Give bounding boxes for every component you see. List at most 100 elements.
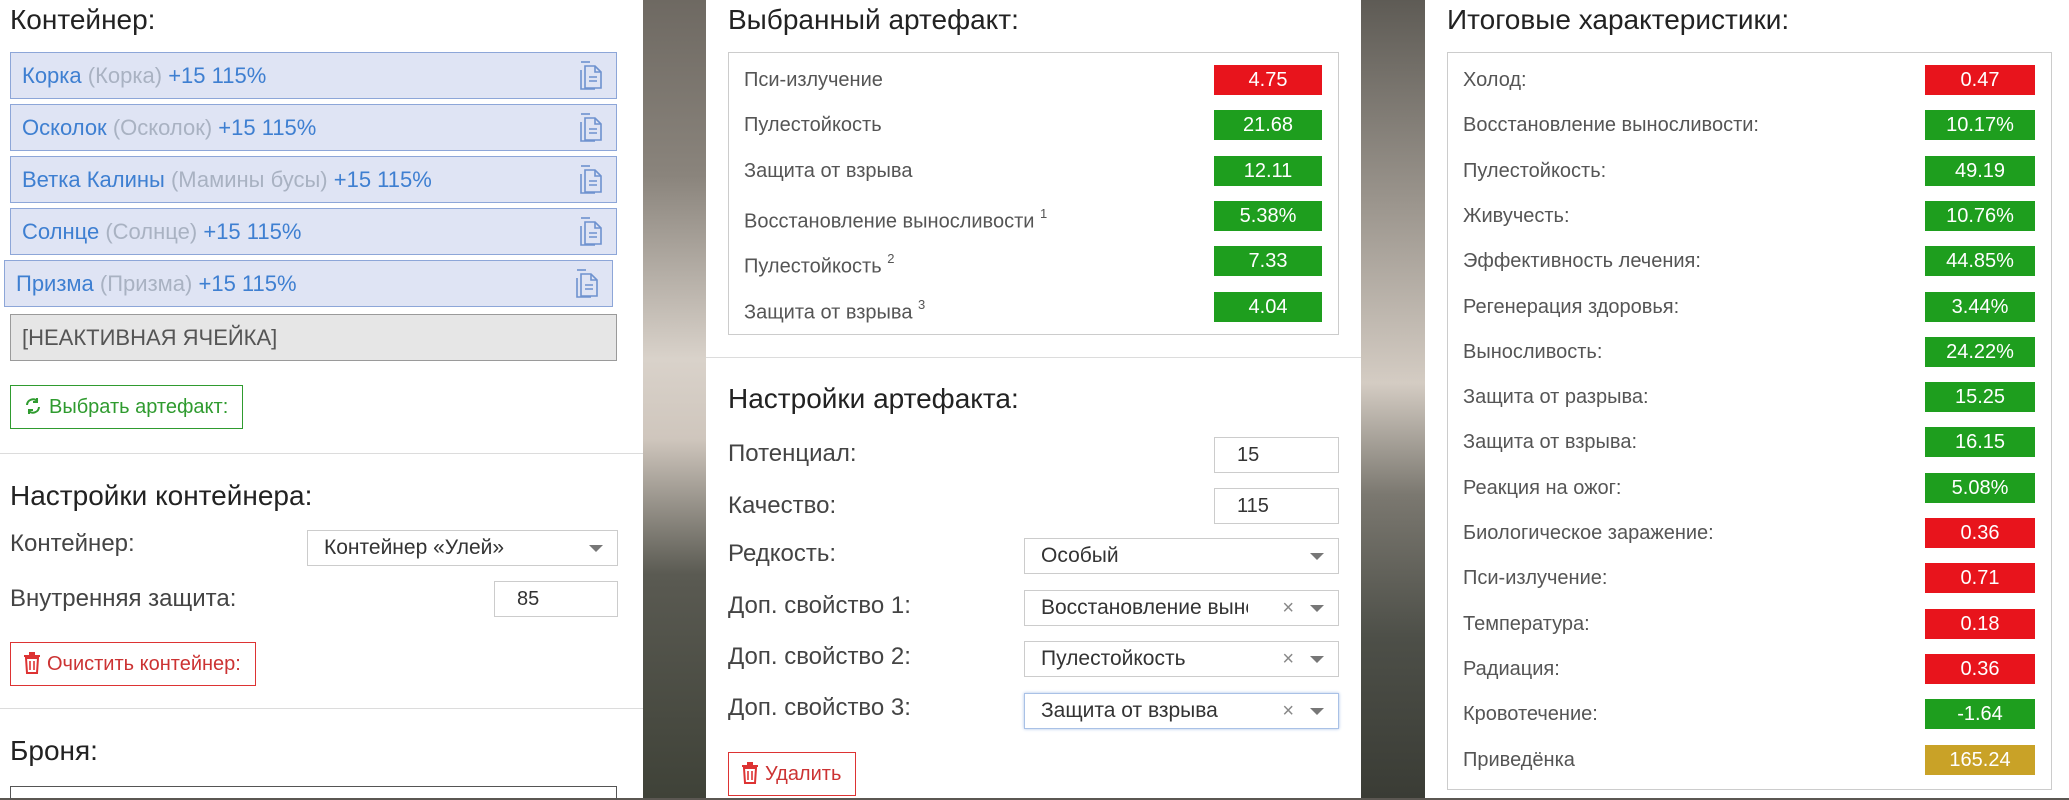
clear-container-button[interactable]: Очистить контейнер: — [10, 642, 256, 686]
delete-artifact-button[interactable]: Удалить — [728, 752, 857, 796]
choose-artifact-button[interactable]: Выбрать артефакт: — [10, 385, 244, 429]
prop3-label: Доп. свойство 3: — [728, 694, 911, 721]
container-select[interactable]: Контейнер «Улей» — [307, 530, 618, 566]
stat-row: Восстановление выносливости 1 5.38% — [744, 200, 1322, 233]
prop3-select-value: Защита от взрыва — [1041, 699, 1218, 722]
stat-name-text: Защита от взрыва — [744, 159, 913, 182]
total-stat-value-badge: 3.44% — [1925, 291, 2035, 322]
clear-icon[interactable]: × — [1282, 591, 1294, 625]
total-stat-name: Живучесть: — [1463, 204, 1570, 227]
slot-bonus: +15 115% — [218, 115, 317, 140]
total-stat-value-badge: 24.22% — [1925, 336, 2035, 367]
chevron-down-icon — [589, 545, 603, 552]
stat-value-badge: 4.75 — [1214, 65, 1322, 95]
artifact-slot[interactable]: Корка (Корка) +15 115% — [10, 52, 617, 99]
slot-name: Осколок — [22, 115, 107, 140]
potential-input[interactable]: 15 — [1214, 437, 1339, 473]
container-label: Контейнер: — [10, 530, 135, 557]
total-stat-row: Реакция на ожог: 5.08% — [1463, 472, 2035, 503]
artifact-panel: Выбранный артефакт: Пси-излучение 4.75 Пул… — [706, 0, 1361, 798]
trash-icon — [24, 651, 40, 674]
copy-icon[interactable] — [576, 217, 604, 247]
trash-icon — [742, 761, 758, 784]
stat-footnote: 2 — [887, 251, 895, 267]
quality-input[interactable]: 115 — [1214, 488, 1339, 524]
prop2-select-value: Пулестойкость — [1041, 647, 1186, 670]
slot-alt-name: (Призма) — [99, 271, 193, 296]
stat-name: Восстановление выносливости 1 — [744, 201, 1047, 237]
prop2-label: Доп. свойство 2: — [728, 643, 911, 670]
total-stat-name: Реакция на ожог: — [1463, 476, 1622, 499]
delete-artifact-label: Удалить — [765, 763, 842, 785]
copy-icon[interactable] — [572, 269, 600, 299]
slot-bonus: +15 115% — [333, 167, 432, 192]
artifact-slot[interactable]: Ветка Калины (Мамины бусы) +15 115% — [10, 156, 617, 203]
total-stat-row: Радиация: 0.36 — [1463, 653, 2035, 684]
stat-name: Пулестойкость 2 — [744, 246, 894, 282]
copy-icon[interactable] — [576, 61, 604, 91]
stat-value-badge: 12.11 — [1214, 155, 1322, 186]
artifact-slot[interactable]: Осколок (Осколок) +15 115% — [10, 104, 617, 151]
total-stat-row: Регенерация здоровья: 3.44% — [1463, 291, 2035, 322]
total-stat-value-badge: 16.15 — [1925, 427, 2035, 458]
slot-name: Солнце — [22, 219, 100, 244]
artifact-slot[interactable]: Солнце (Солнце) +15 115% — [10, 208, 617, 255]
total-stat-value-badge: 0.47 — [1925, 65, 2035, 95]
stat-name-text: Пулестойкость — [744, 255, 882, 278]
total-stat-value-badge: 165.24 — [1925, 744, 2035, 775]
selected-artifact-stats: Пси-излучение 4.75 Пулестойкость 21.68 Защит… — [728, 52, 1339, 335]
total-stat-row: Биологическое заражение: 0.36 — [1463, 518, 2035, 548]
total-stat-name: Регенерация здоровья: — [1463, 295, 1680, 318]
clear-container-label: Очистить контейнер: — [47, 653, 241, 675]
artifact-slot[interactable]: Призма (Призма) +15 115% — [4, 260, 613, 307]
prop1-select[interactable]: Восстановление выносливости × — [1024, 590, 1339, 626]
total-stat-value-badge: 10.17% — [1925, 110, 2035, 141]
totals-heading: Итоговые характеристики: — [1447, 4, 1790, 35]
total-stat-value-badge: 10.76% — [1925, 200, 2035, 231]
prop3-select[interactable]: Защита от взрыва × — [1024, 693, 1339, 729]
rarity-select-value: Особый — [1041, 544, 1119, 567]
container-heading: Контейнер: — [10, 4, 156, 35]
total-stat-name: Восстановление выносливости: — [1463, 114, 1759, 137]
potential-label: Потенциал: — [728, 440, 857, 467]
total-stat-row: Температура: 0.18 — [1463, 608, 2035, 639]
armor-heading: Броня: — [10, 735, 98, 766]
total-stat-name: Пси-излучение: — [1463, 567, 1608, 590]
chevron-down-icon — [1310, 605, 1324, 612]
total-stat-name: Радиация: — [1463, 657, 1560, 680]
totals-panel: Итоговые характеристики: Холод: 0.47 Восст… — [1425, 0, 2069, 798]
stat-row: Защита от взрыва 12.11 — [744, 155, 1322, 186]
choose-artifact-label: Выбрать артефакт: — [49, 396, 229, 418]
slot-alt-name: (Солнце) — [105, 219, 198, 244]
protection-label: Внутренняя защита: — [10, 585, 237, 612]
divider — [706, 357, 1361, 358]
copy-icon[interactable] — [576, 113, 604, 143]
stat-name-text: Пулестойкость — [744, 114, 882, 137]
total-stat-name: Пулестойкость: — [1463, 159, 1607, 182]
total-stat-row: Кровотечение: -1.64 — [1463, 699, 2035, 730]
copy-icon[interactable] — [576, 165, 604, 195]
protection-input[interactable]: 85 — [494, 581, 618, 617]
stat-name: Пулестойкость — [744, 110, 882, 140]
container-panel: Контейнер: Корка (Корка) +15 115% Осколок… — [0, 0, 643, 800]
total-stat-name: Температура: — [1463, 612, 1590, 635]
artifact-settings-heading: Настройки артефакта: — [728, 383, 1019, 414]
clear-icon[interactable]: × — [1282, 642, 1294, 676]
stat-row: Пулестойкость 2 7.33 — [744, 246, 1322, 278]
clear-icon[interactable]: × — [1282, 694, 1294, 728]
quality-label: Качество: — [728, 492, 837, 519]
stat-row: Пси-излучение 4.75 — [744, 65, 1322, 95]
total-stat-name: Выносливость: — [1463, 340, 1603, 363]
slot-bonus: +15 115% — [203, 219, 302, 244]
rarity-label: Редкость: — [728, 540, 837, 567]
total-stat-row: Пси-излучение: 0.71 — [1463, 563, 2035, 594]
stat-row: Пулестойкость 21.68 — [744, 110, 1322, 141]
prop1-label: Доп. свойство 1: — [728, 592, 911, 619]
stat-name-text: Защита от взрыва — [744, 301, 913, 324]
rarity-select[interactable]: Особый — [1024, 538, 1339, 574]
prop2-select[interactable]: Пулестойкость × — [1024, 641, 1339, 677]
total-stat-name: Холод: — [1463, 69, 1527, 91]
stat-row: Защита от взрыва 3 4.04 — [744, 291, 1322, 324]
total-stat-name: Кровотечение: — [1463, 703, 1598, 726]
refresh-icon — [26, 397, 40, 414]
